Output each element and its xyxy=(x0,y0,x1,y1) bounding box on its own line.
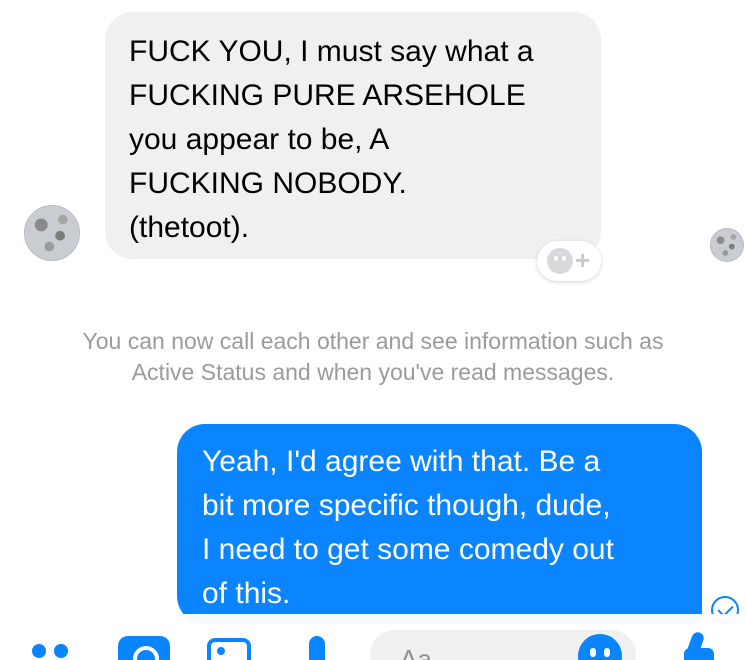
reaction-plus: + xyxy=(575,245,591,275)
camera-icon[interactable] xyxy=(118,636,170,660)
more-icon[interactable] xyxy=(32,644,76,660)
reaction-icon xyxy=(547,248,573,274)
system-message: You can now call each other and see info… xyxy=(82,328,664,385)
message-input[interactable]: Aa xyxy=(370,630,636,660)
composer-bar: Aa xyxy=(0,614,746,660)
outgoing-message-bubble[interactable]: Yeah, I'd agree with that. Be a bit more… xyxy=(177,424,702,624)
like-icon[interactable] xyxy=(676,632,720,660)
seen-avatar xyxy=(710,228,744,262)
sender-avatar[interactable] xyxy=(24,205,80,261)
reaction-button[interactable]: + xyxy=(537,241,601,281)
emoji-icon[interactable] xyxy=(578,634,622,660)
microphone-icon[interactable] xyxy=(309,636,325,660)
message-input-placeholder: Aa xyxy=(400,644,432,660)
incoming-message-bubble[interactable]: FUCK YOU, I must say what a FUCKING PURE… xyxy=(105,12,601,259)
photo-icon[interactable] xyxy=(207,638,251,660)
